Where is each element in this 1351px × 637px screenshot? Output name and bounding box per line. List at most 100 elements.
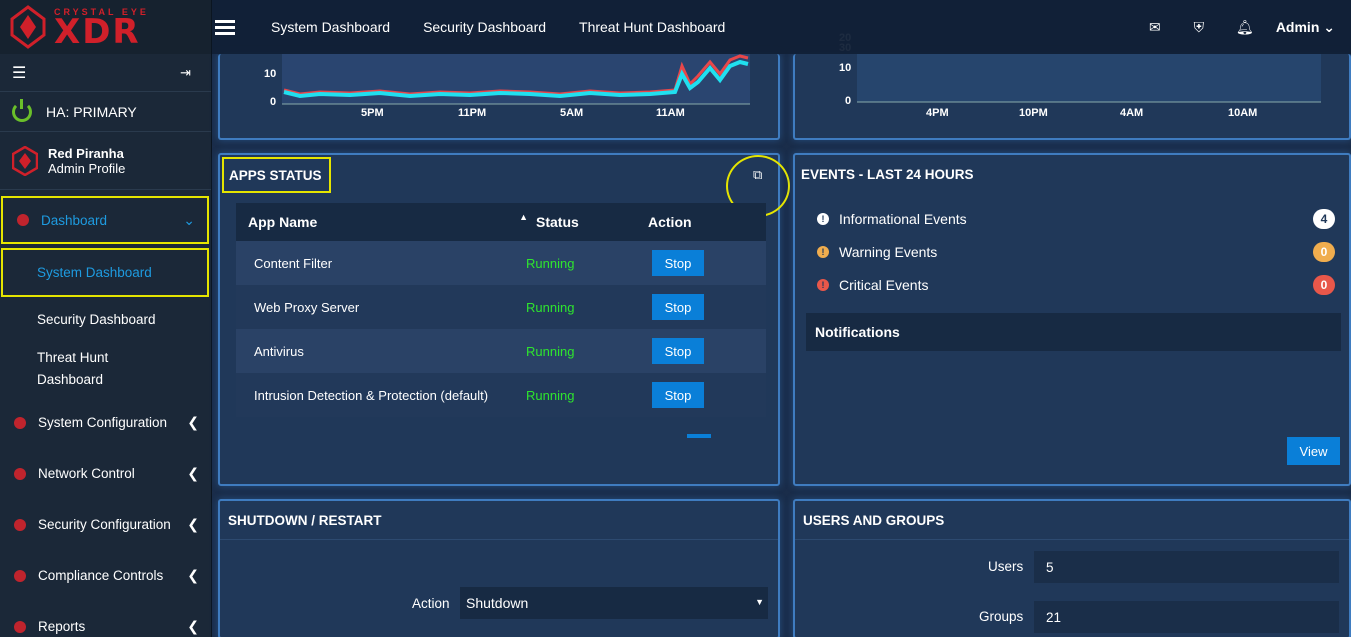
sidebar: CRYSTAL EYE XDR ☰ ⇥ HA: PRIMARY Red Pira… — [0, 0, 212, 637]
groups-value-field: 21 — [1034, 601, 1339, 633]
header-status[interactable]: Status — [536, 214, 636, 230]
chevron-left-icon: ❮ — [187, 567, 199, 583]
stop-button[interactable]: Stop — [652, 250, 704, 276]
users-label: Users — [988, 559, 1024, 574]
bell-icon[interactable]: 🔔︎ — [1236, 19, 1254, 36]
sub-nav-threat-hunt-dashboard[interactable]: Threat Hunt Dashboard — [0, 341, 211, 397]
shutdown-title: SHUTDOWN / RESTART — [228, 513, 382, 528]
compliance-icon — [14, 569, 26, 582]
view-button[interactable]: View — [1287, 437, 1340, 465]
action-label: Action — [412, 596, 450, 611]
x-tick: 5AM — [560, 107, 584, 119]
mail-icon[interactable]: ✉ — [1148, 19, 1162, 36]
table-row: Web Proxy Server Running Stop — [236, 285, 766, 329]
system-config-icon — [14, 416, 26, 429]
chevron-left-icon: ❮ — [187, 465, 199, 481]
chevron-left-icon: ❮ — [187, 414, 199, 430]
event-row-warning[interactable]: ! Warning Events 0 — [817, 242, 1335, 262]
divider — [795, 539, 1349, 540]
chevron-down-icon: ⌄ — [183, 211, 195, 228]
app-status: Running — [526, 387, 575, 403]
app-status: Running — [526, 343, 575, 359]
app-name: Content Filter — [254, 255, 333, 271]
events-title: EVENTS - LAST 24 HOURS — [801, 167, 974, 182]
threat-line-2: Dashboard — [37, 372, 104, 387]
users-value-field: 5 — [1034, 551, 1339, 583]
x-tick: 4PM — [926, 107, 949, 119]
sub-nav-security-dashboard[interactable]: Security Dashboard — [0, 297, 211, 341]
nav-security-configuration[interactable]: Security Configuration ❮ — [0, 499, 211, 550]
profile[interactable]: Red Piranha Admin Profile — [0, 132, 211, 190]
app-status: Running — [526, 299, 575, 315]
event-row-informational[interactable]: ! Informational Events 4 — [817, 209, 1335, 229]
chevron-down-icon: ⌄ — [1323, 18, 1335, 35]
sub-nav-system-dashboard[interactable]: System Dashboard — [1, 248, 209, 297]
app-name: Antivirus — [254, 343, 304, 359]
stop-button[interactable]: Stop — [652, 382, 704, 408]
y-tick: 10 — [264, 68, 277, 80]
event-count-badge: 0 — [1313, 275, 1335, 295]
x-tick: 11PM — [458, 107, 487, 119]
y-tick: 0 — [270, 96, 277, 108]
caret-down-icon: ▼ — [755, 597, 764, 607]
admin-label: Admin — [1275, 18, 1320, 35]
apps-table: App Name ▲ Status Action Content Filter R… — [236, 203, 766, 417]
x-tick: 5PM — [361, 107, 384, 119]
table-header: App Name ▲ Status Action — [236, 203, 766, 241]
sidebar-menu-icon[interactable]: ☰ — [12, 63, 26, 83]
profile-role: Admin Profile — [48, 160, 126, 176]
chevron-left-icon: ❮ — [187, 618, 199, 634]
nav-network-control[interactable]: Network Control ❮ — [0, 448, 211, 499]
stop-button[interactable]: Stop — [652, 338, 704, 364]
nav-dashboard[interactable]: Dashboard ⌄ — [1, 196, 209, 244]
top-link-system-dashboard[interactable]: System Dashboard — [271, 19, 390, 35]
logout-icon[interactable]: ⇥ — [180, 65, 191, 81]
action-select-value: Shutdown — [466, 595, 529, 611]
event-count-badge: 4 — [1313, 209, 1335, 229]
profile-name: Red Piranha — [48, 145, 124, 161]
shield-icon[interactable]: ⛨ — [1192, 19, 1206, 36]
table-row: Antivirus Running Stop — [236, 329, 766, 373]
stop-button[interactable]: Stop — [652, 294, 704, 320]
dashboard-icon — [17, 214, 29, 226]
nav-reports[interactable]: Reports ❮ — [0, 601, 211, 637]
admin-menu[interactable]: Admin ⌄ — [1276, 19, 1335, 36]
y-tick: 0 — [845, 95, 852, 107]
crystal-eye-logo-icon — [10, 5, 46, 49]
power-icon — [12, 98, 32, 122]
app-name: Web Proxy Server — [254, 299, 360, 315]
notifications-header: Notifications — [806, 313, 1341, 351]
events-chart-panel: 30 20 10 0 4PM 10PM 4AM 10AM — [793, 32, 1351, 140]
menu-toggle-icon[interactable] — [215, 17, 235, 38]
event-row-critical[interactable]: ! Critical Events 0 — [817, 275, 1335, 295]
header-app-name[interactable]: App Name ▲ — [236, 212, 536, 230]
event-count-badge: 0 — [1313, 242, 1335, 262]
header-action: Action — [648, 214, 692, 230]
chevron-left-icon: ❮ — [187, 516, 199, 532]
event-label: Warning Events — [839, 244, 938, 260]
top-link-security-dashboard[interactable]: Security Dashboard — [423, 19, 546, 35]
reports-icon — [14, 620, 26, 633]
threat-line-1: Threat Hunt — [37, 350, 109, 365]
nav-system-configuration[interactable]: System Configuration ❮ — [0, 397, 211, 448]
nav-label: Network Control — [38, 466, 135, 481]
x-tick: 10PM — [1019, 107, 1048, 119]
table-row: Intrusion Detection & Protection (defaul… — [236, 373, 766, 417]
divider — [220, 539, 778, 540]
top-link-threat-hunt-dashboard[interactable]: Threat Hunt Dashboard — [579, 19, 725, 35]
ha-status-label: HA: PRIMARY — [46, 103, 137, 120]
nav-label: Compliance Controls — [38, 568, 164, 583]
external-link-icon[interactable]: ⧉ — [753, 167, 762, 183]
brand-logo[interactable]: CRYSTAL EYE XDR — [0, 0, 211, 54]
traffic-chart-panel: 10 0 5PM 11PM 5AM 11AM — [218, 54, 780, 140]
ha-status: HA: PRIMARY — [0, 92, 211, 132]
sort-asc-icon[interactable]: ▲ — [519, 212, 528, 222]
x-tick: 11AM — [656, 107, 685, 119]
security-icon — [14, 518, 26, 531]
nav-dashboard-label: Dashboard — [41, 212, 108, 228]
users-groups-title: USERS AND GROUPS — [803, 513, 945, 528]
action-select[interactable]: Shutdown ▼ — [460, 587, 768, 619]
nav-compliance-controls[interactable]: Compliance Controls ❮ — [0, 550, 211, 601]
profile-logo-icon — [12, 145, 38, 176]
y-tick: 10 — [839, 62, 852, 74]
